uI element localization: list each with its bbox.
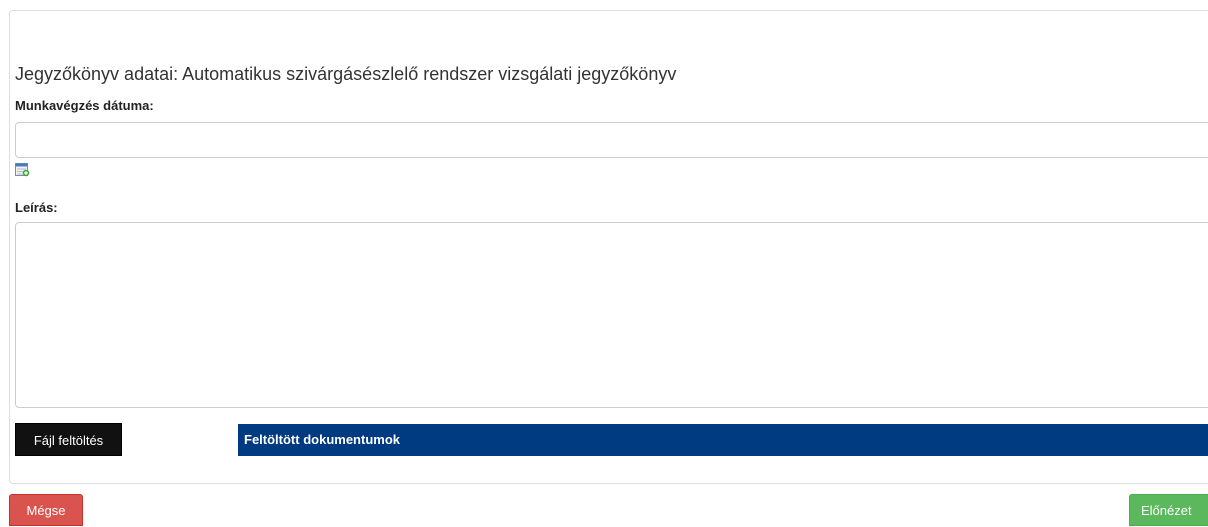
calendar-icon[interactable] — [15, 163, 30, 177]
date-label: Munkavégzés dátuma: — [15, 98, 154, 113]
file-upload-button[interactable]: Fájl feltöltés — [15, 423, 122, 456]
page-title: Jegyzőkönyv adatai: Automatikus szivárgá… — [15, 64, 677, 84]
description-textarea[interactable] — [15, 222, 1208, 408]
date-input[interactable] — [15, 122, 1208, 158]
preview-button[interactable]: Előnézet — [1129, 494, 1208, 526]
description-label: Leírás: — [15, 200, 58, 215]
cancel-button[interactable]: Mégse — [9, 494, 83, 526]
uploaded-documents-header: Feltöltött dokumentumok — [238, 424, 1208, 456]
